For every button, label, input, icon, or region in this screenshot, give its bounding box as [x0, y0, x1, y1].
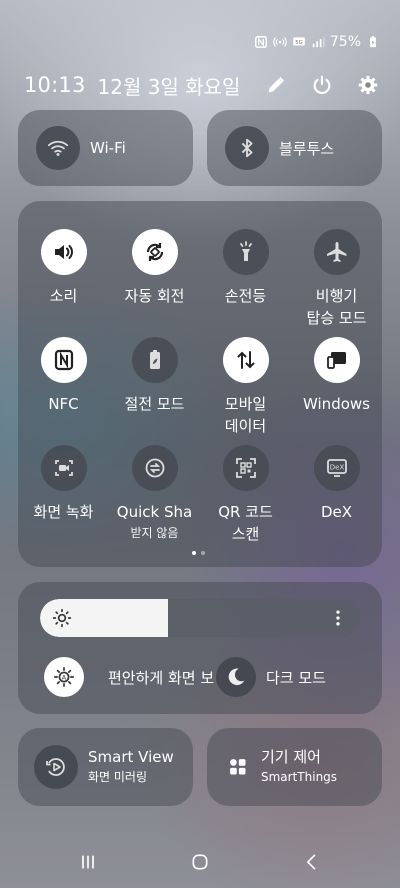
- nfc-status-icon: [254, 35, 268, 49]
- quick-share-icon[interactable]: [131, 445, 178, 491]
- qs-airplane[interactable]: 비행기 탑승 모드: [291, 229, 382, 329]
- home-icon[interactable]: [188, 850, 212, 874]
- brightness-icon: [52, 608, 72, 628]
- page-dot-2[interactable]: [201, 551, 205, 555]
- wifi-icon[interactable]: [36, 126, 80, 170]
- device-control-tile[interactable]: 기기 제어 SmartThings: [207, 728, 382, 806]
- qs-auto-rotate-label: 자동 회전: [124, 287, 185, 305]
- link-to-windows-icon[interactable]: [313, 337, 360, 383]
- eye-comfort-icon[interactable]: A: [44, 657, 84, 697]
- screen-recorder-icon[interactable]: [40, 445, 87, 491]
- sound-icon[interactable]: [40, 229, 87, 275]
- smart-view-tile[interactable]: Smart View 화면 미러링: [18, 728, 193, 806]
- qs-sound[interactable]: 소리: [18, 229, 109, 307]
- qs-mobile-data-label: 모바일 데이터: [224, 395, 267, 435]
- qs-airplane-label: 비행기 탑승 모드: [306, 287, 367, 327]
- quick-settings-panel: 소리 자동 회전 손전등 비행기 탑승 모드 NFC 절전 모드 모바일 데이터…: [18, 201, 382, 567]
- date[interactable]: 12월 3일 화요일: [98, 71, 241, 100]
- dex-icon[interactable]: DeX: [313, 445, 360, 491]
- qs-screen-recorder-label: 화면 녹화: [33, 503, 94, 521]
- flashlight-icon[interactable]: [222, 229, 269, 275]
- qs-battery-saver[interactable]: 절전 모드: [109, 337, 200, 415]
- qs-link-to-windows-label: Windows: [303, 395, 370, 413]
- smart-view-subtitle: 화면 미러링: [88, 770, 148, 784]
- qs-sound-label: 소리: [49, 287, 78, 305]
- more-options-icon[interactable]: [328, 608, 348, 628]
- qs-quick-share[interactable]: Quick Sha 받지 않음: [109, 445, 200, 541]
- dark-mode-label[interactable]: 다크 모드: [266, 667, 326, 688]
- mobile-data-icon[interactable]: [222, 337, 269, 383]
- qs-quick-share-status: 받지 않음: [130, 526, 179, 540]
- nfc-icon[interactable]: [40, 337, 87, 383]
- svg-text:A: A: [62, 674, 67, 682]
- svg-text:DeX: DeX: [329, 464, 344, 472]
- qs-link-to-windows[interactable]: Windows: [291, 337, 382, 415]
- qs-nfc-label: NFC: [48, 395, 79, 413]
- smart-view-icon: [34, 745, 78, 789]
- device-control-subtitle: SmartThings: [261, 770, 338, 784]
- recents-icon[interactable]: [76, 850, 100, 874]
- hotspot-icon: [273, 35, 287, 49]
- signal-icon: [311, 35, 325, 49]
- brightness-slider[interactable]: [40, 599, 360, 637]
- bluetooth-icon[interactable]: [225, 126, 269, 170]
- auto-rotate-icon[interactable]: [131, 229, 178, 275]
- qs-flashlight[interactable]: 손전등: [200, 229, 291, 307]
- power-icon[interactable]: [310, 73, 334, 97]
- svg-text:5G: 5G: [295, 40, 302, 46]
- battery-saver-icon[interactable]: [131, 337, 178, 383]
- qs-auto-rotate[interactable]: 자동 회전: [109, 229, 200, 307]
- back-icon[interactable]: [300, 850, 324, 874]
- qs-dex-label: DeX: [320, 503, 353, 521]
- edit-icon[interactable]: [264, 73, 288, 97]
- airplane-icon[interactable]: [313, 229, 360, 275]
- qs-nfc[interactable]: NFC: [18, 337, 109, 415]
- qs-screen-recorder[interactable]: 화면 녹화: [18, 445, 109, 523]
- brightness-panel: A 편안하게 화면 보 다크 모드: [18, 582, 382, 714]
- qs-quick-share-label: Quick Sha: [116, 503, 193, 521]
- qs-mobile-data[interactable]: 모바일 데이터: [200, 337, 291, 437]
- battery-percent: 75%: [329, 34, 361, 50]
- qr-scan-icon[interactable]: [222, 445, 269, 491]
- eye-comfort-label[interactable]: 편안하게 화면 보: [108, 667, 216, 688]
- dark-mode-icon[interactable]: [216, 657, 256, 697]
- page-indicator: [192, 551, 205, 555]
- battery-icon: [366, 35, 380, 49]
- wifi-tile[interactable]: Wi-Fi: [18, 110, 193, 186]
- qs-battery-saver-label: 절전 모드: [124, 395, 185, 413]
- navigation-bar: [0, 846, 400, 878]
- smart-view-title: Smart View: [88, 748, 174, 766]
- volte-icon: 5G: [292, 35, 306, 49]
- clock[interactable]: 10:13: [24, 73, 86, 97]
- page-dot-1[interactable]: [192, 551, 196, 555]
- wifi-label: Wi-Fi: [90, 139, 126, 157]
- qs-qr-scan-label: QR 코드 스캔: [218, 503, 273, 543]
- bluetooth-label: 블루투스: [279, 139, 335, 158]
- status-bar: 5G 75%: [254, 32, 380, 52]
- bluetooth-tile[interactable]: 블루투스: [207, 110, 382, 186]
- device-control-icon: [227, 756, 249, 778]
- qs-qr-scan[interactable]: QR 코드 스캔: [200, 445, 291, 545]
- qs-dex[interactable]: DeX DeX: [291, 445, 382, 523]
- device-control-title: 기기 제어: [261, 748, 321, 766]
- panel-header: 10:13 12월 3일 화요일: [24, 70, 380, 100]
- settings-icon[interactable]: [356, 73, 380, 97]
- qs-flashlight-label: 손전등: [224, 287, 267, 305]
